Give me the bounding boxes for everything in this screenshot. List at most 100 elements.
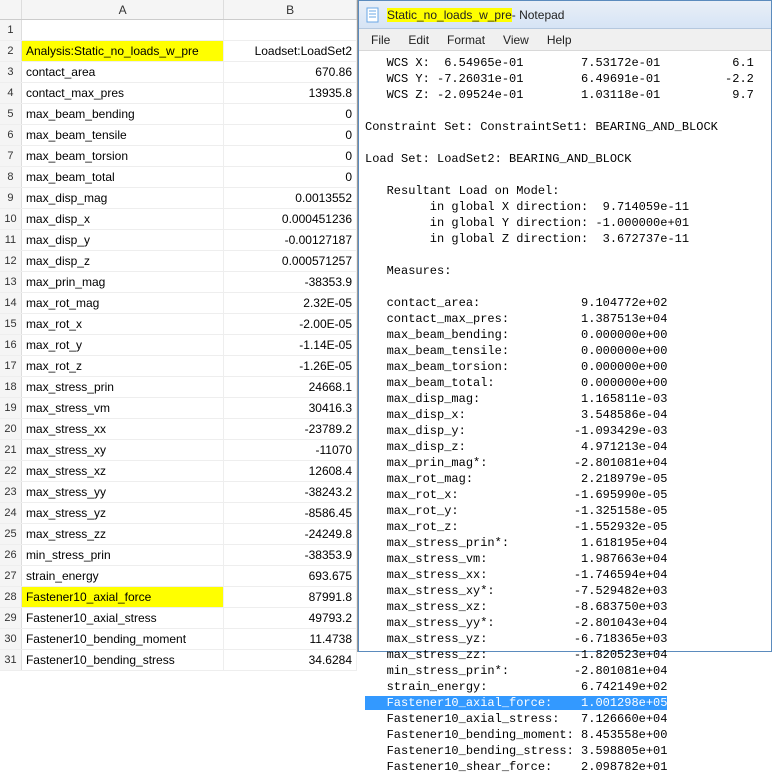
row-header[interactable]: 8 [0, 167, 22, 187]
cell-a[interactable]: max_disp_mag [22, 188, 224, 208]
menu-help[interactable]: Help [539, 31, 580, 49]
row-header[interactable]: 27 [0, 566, 22, 586]
cell-a[interactable]: max_beam_bending [22, 104, 224, 124]
cell-b[interactable]: 34.6284 [224, 650, 357, 670]
cell-a[interactable]: max_stress_vm [22, 398, 224, 418]
cell-b[interactable]: 13935.8 [224, 83, 357, 103]
cell-b[interactable]: 49793.2 [224, 608, 357, 628]
cell-a[interactable]: max_beam_torsion [22, 146, 224, 166]
row-header[interactable]: 11 [0, 230, 22, 250]
row-header[interactable]: 24 [0, 503, 22, 523]
cell-b[interactable]: -0.00127187 [224, 230, 357, 250]
row-header[interactable]: 21 [0, 440, 22, 460]
cell-a[interactable]: contact_max_pres [22, 83, 224, 103]
cell-b[interactable]: 11.4738 [224, 629, 357, 649]
cell-a[interactable]: Analysis:Static_no_loads_w_pre [22, 41, 224, 61]
row-header[interactable]: 6 [0, 125, 22, 145]
cell-a[interactable]: Fastener10_bending_moment [22, 629, 224, 649]
menu-edit[interactable]: Edit [400, 31, 437, 49]
cell-b[interactable] [224, 20, 357, 40]
cell-a[interactable]: max_stress_xx [22, 419, 224, 439]
row-header[interactable]: 30 [0, 629, 22, 649]
row-header[interactable]: 10 [0, 209, 22, 229]
row-header[interactable]: 7 [0, 146, 22, 166]
cell-a[interactable]: max_stress_yz [22, 503, 224, 523]
cell-a[interactable]: max_stress_xy [22, 440, 224, 460]
cell-a[interactable] [22, 20, 224, 40]
cell-b[interactable]: 30416.3 [224, 398, 357, 418]
cell-b[interactable]: 0 [224, 104, 357, 124]
row-header[interactable]: 2 [0, 41, 22, 61]
cell-b[interactable]: 0 [224, 146, 357, 166]
cell-a[interactable]: max_disp_x [22, 209, 224, 229]
cell-b[interactable]: -2.00E-05 [224, 314, 357, 334]
row-header[interactable]: 20 [0, 419, 22, 439]
cell-a[interactable]: max_rot_z [22, 356, 224, 376]
cell-b[interactable]: 12608.4 [224, 461, 357, 481]
cell-b[interactable]: -24249.8 [224, 524, 357, 544]
row-header[interactable]: 23 [0, 482, 22, 502]
notepad-titlebar[interactable]: Static_no_loads_w_pre - Notepad [359, 1, 771, 29]
cell-b[interactable]: 693.675 [224, 566, 357, 586]
cell-b[interactable]: 87991.8 [224, 587, 357, 607]
cell-b[interactable]: -1.14E-05 [224, 335, 357, 355]
menu-format[interactable]: Format [439, 31, 493, 49]
cell-b[interactable]: -1.26E-05 [224, 356, 357, 376]
cell-b[interactable]: 0 [224, 167, 357, 187]
cell-b[interactable]: 670.86 [224, 62, 357, 82]
cell-b[interactable]: -11070 [224, 440, 357, 460]
cell-a[interactable]: max_stress_prin [22, 377, 224, 397]
cell-b[interactable]: 2.32E-05 [224, 293, 357, 313]
row-header[interactable]: 25 [0, 524, 22, 544]
notepad-text-area[interactable]: WCS X: 6.54965e-01 7.53172e-01 6.1 WCS Y… [359, 51, 771, 779]
row-header[interactable]: 28 [0, 587, 22, 607]
row-header[interactable]: 1 [0, 20, 22, 40]
row-header[interactable]: 19 [0, 398, 22, 418]
row-header[interactable]: 15 [0, 314, 22, 334]
cell-a[interactable]: max_prin_mag [22, 272, 224, 292]
row-header[interactable]: 22 [0, 461, 22, 481]
cell-a[interactable]: max_beam_tensile [22, 125, 224, 145]
menu-view[interactable]: View [495, 31, 537, 49]
cell-b[interactable]: -38243.2 [224, 482, 357, 502]
cell-a[interactable]: Fastener10_axial_stress [22, 608, 224, 628]
cell-a[interactable]: max_stress_yy [22, 482, 224, 502]
cell-a[interactable]: min_stress_prin [22, 545, 224, 565]
row-header[interactable]: 5 [0, 104, 22, 124]
cell-b[interactable]: 0 [224, 125, 357, 145]
row-header[interactable]: 9 [0, 188, 22, 208]
menu-file[interactable]: File [363, 31, 398, 49]
cell-a[interactable]: max_disp_z [22, 251, 224, 271]
row-header[interactable]: 13 [0, 272, 22, 292]
cell-b[interactable]: -38353.9 [224, 545, 357, 565]
cell-a[interactable]: max_rot_x [22, 314, 224, 334]
row-header[interactable]: 17 [0, 356, 22, 376]
cell-a[interactable]: max_stress_zz [22, 524, 224, 544]
cell-a[interactable]: max_stress_xz [22, 461, 224, 481]
cell-b[interactable]: Loadset:LoadSet2 [224, 41, 357, 61]
cell-a[interactable]: Fastener10_axial_force [22, 587, 224, 607]
row-header[interactable]: 3 [0, 62, 22, 82]
cell-b[interactable]: 24668.1 [224, 377, 357, 397]
cell-a[interactable]: strain_energy [22, 566, 224, 586]
cell-a[interactable]: contact_area [22, 62, 224, 82]
cell-b[interactable]: -8586.45 [224, 503, 357, 523]
row-header[interactable]: 31 [0, 650, 22, 670]
row-header[interactable]: 4 [0, 83, 22, 103]
row-header[interactable]: 12 [0, 251, 22, 271]
cell-b[interactable]: 0.0013552 [224, 188, 357, 208]
row-header[interactable]: 26 [0, 545, 22, 565]
cell-a[interactable]: Fastener10_bending_stress [22, 650, 224, 670]
cell-a[interactable]: max_rot_y [22, 335, 224, 355]
row-header[interactable]: 16 [0, 335, 22, 355]
cell-b[interactable]: 0.000571257 [224, 251, 357, 271]
row-header[interactable]: 14 [0, 293, 22, 313]
column-header-a[interactable]: A [22, 0, 224, 19]
cell-a[interactable]: max_rot_mag [22, 293, 224, 313]
cell-a[interactable]: max_disp_y [22, 230, 224, 250]
row-header[interactable]: 29 [0, 608, 22, 628]
column-header-b[interactable]: B [224, 0, 357, 19]
row-header[interactable]: 18 [0, 377, 22, 397]
select-all-corner[interactable] [0, 0, 22, 19]
cell-b[interactable]: -23789.2 [224, 419, 357, 439]
